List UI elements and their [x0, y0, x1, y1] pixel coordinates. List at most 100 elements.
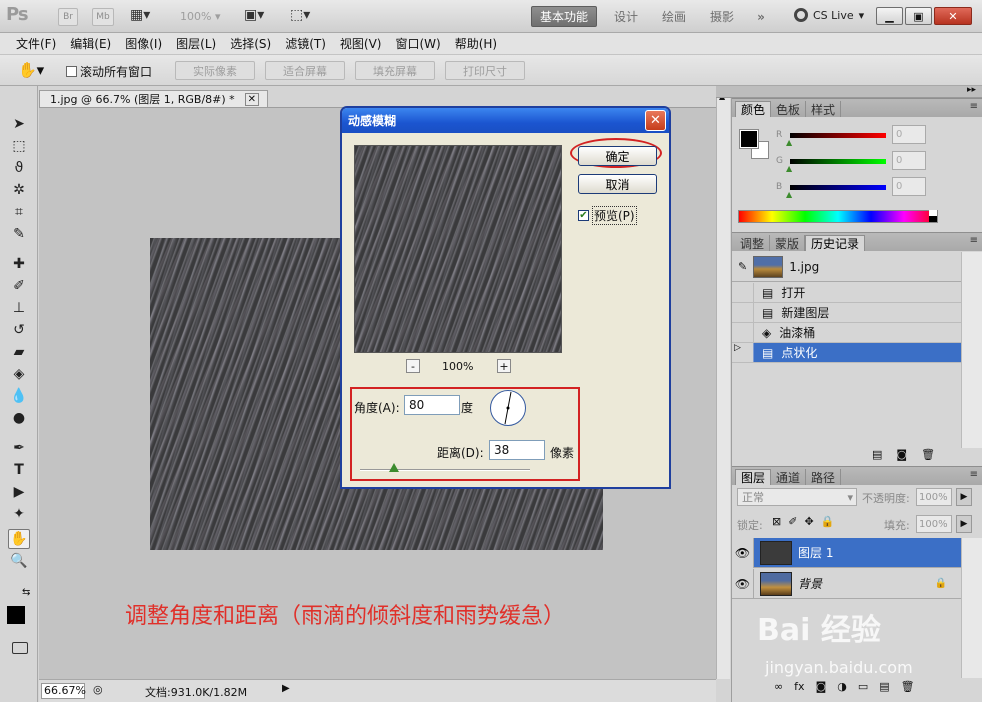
angle-dial[interactable]: [490, 390, 526, 426]
tab-swatches[interactable]: 色板: [771, 101, 807, 117]
lock-pixels-icon[interactable]: ✐: [788, 515, 797, 528]
fill-screen-button[interactable]: 填充屏幕: [355, 61, 435, 80]
channel-r-slider[interactable]: [790, 133, 886, 138]
healing-brush-tool-icon[interactable]: ✚: [8, 254, 30, 274]
eraser-tool-icon[interactable]: ▰: [8, 342, 30, 362]
add-mask-icon[interactable]: ◙: [816, 680, 827, 693]
menu-file[interactable]: 文件(F): [9, 35, 63, 52]
channel-r-value[interactable]: 0: [892, 125, 926, 144]
cancel-button[interactable]: 取消: [578, 174, 657, 194]
fit-screen-button[interactable]: 适合屏幕: [265, 61, 345, 80]
distance-slider-track[interactable]: [360, 469, 530, 471]
panel-menu-icon[interactable]: ≡: [970, 101, 978, 112]
panel-menu-icon[interactable]: ≡: [970, 235, 978, 246]
scroll-all-windows-checkbox[interactable]: 滚动所有窗口: [66, 63, 152, 80]
layers-scrollbar[interactable]: [961, 538, 982, 678]
color-spectrum-bar[interactable]: [738, 210, 938, 223]
history-brush-source-box[interactable]: [732, 323, 754, 342]
snapshot-brush-icon[interactable]: ✎: [738, 260, 747, 273]
history-scrollbar[interactable]: [961, 252, 982, 448]
minimize-button[interactable]: ▁: [876, 7, 903, 25]
type-tool-icon[interactable]: T: [8, 460, 30, 480]
opacity-dropdown-icon[interactable]: ▶: [956, 488, 972, 506]
tab-channels[interactable]: 通道: [771, 469, 807, 485]
new-group-icon[interactable]: ▭: [858, 680, 868, 693]
workspace-design-button[interactable]: 设计: [604, 6, 648, 27]
fg-color-swatch[interactable]: [739, 129, 759, 149]
channel-r-thumb[interactable]: ▲: [786, 138, 792, 147]
paint-bucket-tool-icon[interactable]: ◈: [8, 364, 30, 384]
zoom-level-dropdown[interactable]: 100% ▾: [180, 10, 220, 23]
history-state-slider-icon[interactable]: ▷: [732, 343, 754, 362]
ok-button[interactable]: 确定: [578, 146, 657, 166]
document-tab[interactable]: 1.jpg @ 66.7% (图层 1, RGB/8#) * ✕: [39, 90, 268, 107]
status-info-icon[interactable]: ◎: [93, 683, 103, 696]
preview-image[interactable]: [354, 145, 562, 353]
menu-help[interactable]: 帮助(H): [448, 35, 504, 52]
preview-zoom-in-button[interactable]: +: [497, 359, 511, 373]
lock-position-icon[interactable]: ✥: [804, 515, 813, 528]
history-snapshot[interactable]: ✎ 1.jpg: [732, 252, 961, 282]
lasso-tool-icon[interactable]: ϑ: [8, 158, 30, 178]
channel-g-thumb[interactable]: ▲: [786, 164, 792, 173]
dodge-tool-icon[interactable]: ●: [8, 408, 30, 428]
history-state[interactable]: ▤ 新建图层: [732, 303, 961, 323]
history-state[interactable]: ◈ 油漆桶: [732, 323, 961, 343]
document-vertical-scrollbar[interactable]: ▲: [716, 90, 730, 679]
layer-visibility-eye-icon[interactable]: 👁: [732, 537, 754, 568]
arrange-documents-icon[interactable]: ▣▾: [244, 7, 264, 23]
preview-zoom-out-button[interactable]: -: [406, 359, 420, 373]
history-state-active[interactable]: ▷ ▤ 点状化: [732, 343, 961, 363]
crop-tool-icon[interactable]: ⌗: [8, 202, 30, 222]
opacity-input[interactable]: 100%: [916, 488, 952, 506]
tab-masks[interactable]: 蒙版: [770, 235, 806, 251]
distance-input[interactable]: 38: [489, 440, 545, 460]
close-tab-icon[interactable]: ✕: [244, 92, 260, 106]
channel-g-slider[interactable]: [790, 159, 886, 164]
dialog-title-bar[interactable]: 动感模糊: [342, 108, 669, 133]
blur-tool-icon[interactable]: 💧: [8, 386, 30, 406]
history-brush-source-box[interactable]: [732, 303, 754, 322]
channel-g-value[interactable]: 0: [892, 151, 926, 170]
shape-tool-icon[interactable]: ✦: [8, 504, 30, 524]
history-brush-source-box[interactable]: [732, 283, 754, 302]
status-menu-arrow-icon[interactable]: ▶: [282, 683, 290, 694]
quick-mask-icon[interactable]: [12, 642, 28, 654]
adjustment-layer-icon[interactable]: ◑: [837, 680, 847, 693]
tab-color[interactable]: 颜色: [735, 101, 772, 117]
new-document-from-state-icon[interactable]: ▤: [872, 448, 882, 461]
cs-live-menu[interactable]: CS Live ▾: [794, 8, 864, 22]
new-layer-icon[interactable]: ▤: [879, 680, 889, 693]
link-layers-icon[interactable]: ∞: [774, 680, 783, 693]
menu-filter[interactable]: 滤镜(T): [278, 35, 333, 52]
history-state[interactable]: ▤ 打开: [732, 283, 961, 303]
clone-stamp-tool-icon[interactable]: ⊥: [8, 298, 30, 318]
brush-tool-icon[interactable]: ✐: [8, 276, 30, 296]
menu-image[interactable]: 图像(I): [118, 35, 169, 52]
layer-row-active[interactable]: 👁 图层 1: [732, 537, 961, 568]
history-brush-tool-icon[interactable]: ↺: [8, 320, 30, 340]
swap-colors-icon[interactable]: ⇆: [22, 587, 30, 598]
print-size-button[interactable]: 打印尺寸: [445, 61, 525, 80]
menu-view[interactable]: 视图(V): [333, 35, 389, 52]
workspace-photography-button[interactable]: 摄影: [700, 6, 744, 27]
tab-styles[interactable]: 样式: [806, 101, 842, 117]
move-tool-icon[interactable]: ➤: [8, 114, 30, 134]
mini-bridge-button[interactable]: Mb: [92, 8, 114, 26]
checkbox-box[interactable]: [66, 66, 77, 77]
layer-row[interactable]: 👁 背景 🔒: [732, 568, 961, 599]
view-extras-icon[interactable]: ▦▾: [130, 7, 150, 23]
collapse-panels-icon[interactable]: ▸▸: [967, 85, 976, 95]
channel-b-thumb[interactable]: ▲: [786, 190, 792, 199]
tab-layers[interactable]: 图层: [735, 469, 772, 485]
workspace-painting-button[interactable]: 绘画: [652, 6, 696, 27]
zoom-field[interactable]: 66.67%: [41, 683, 86, 699]
menu-edit[interactable]: 编辑(E): [63, 35, 118, 52]
quick-selection-tool-icon[interactable]: ✲: [8, 180, 30, 200]
fill-input[interactable]: 100%: [916, 515, 952, 533]
menu-layer[interactable]: 图层(L): [169, 35, 223, 52]
angle-input[interactable]: 80: [404, 395, 460, 415]
hand-tool-preset-icon[interactable]: ✋▾: [18, 61, 44, 79]
distance-slider-thumb[interactable]: [389, 463, 399, 472]
marquee-tool-icon[interactable]: ⬚: [8, 136, 30, 156]
